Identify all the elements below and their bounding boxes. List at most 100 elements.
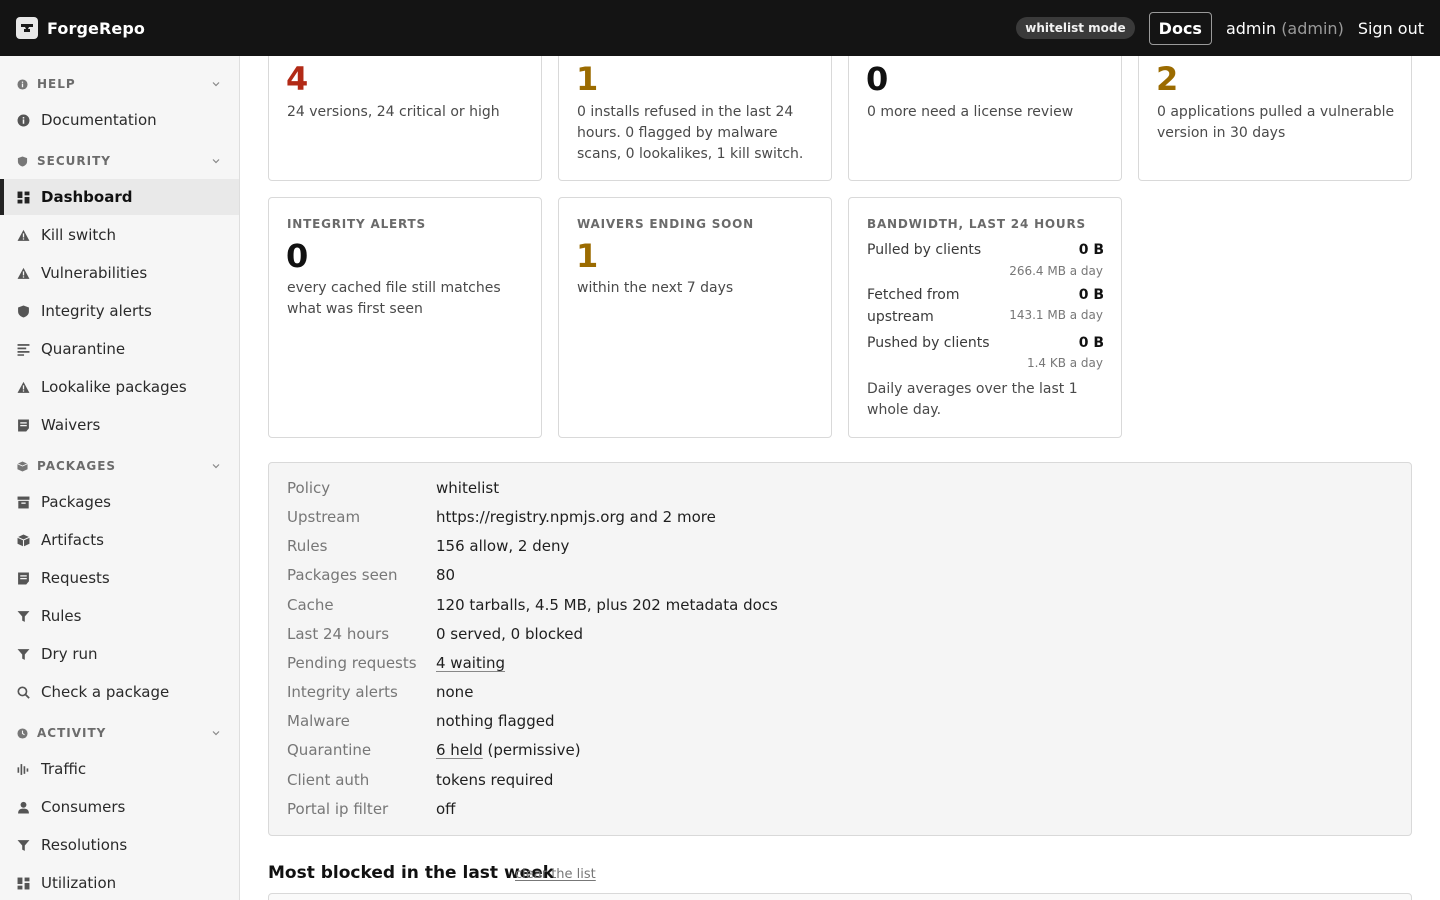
card-description: 24 versions, 24 critical or high [287,104,500,120]
sidebar-item-resolutions[interactable]: Resolutions [0,827,239,863]
sidebar-item-lookalike-packages[interactable]: Lookalike packages [0,369,239,405]
note-icon [18,419,29,431]
sidebar-item-label: Rules [41,607,82,625]
card-value: 1 [576,237,599,275]
sidebar-item-check-a-package[interactable]: Check a package [0,674,239,710]
summary-row: Pending requests 4 waiting [287,654,505,676]
sidebar-item-vulnerabilities[interactable]: Vulnerabilities [0,255,239,291]
chevron-down-icon [212,464,220,469]
sidebar-item-integrity-alerts[interactable]: Integrity alerts [0,293,239,329]
integrity-alerts-card[interactable]: INTEGRITY ALERTS 0 every cached file sti… [268,197,542,438]
bars-icon [17,763,29,775]
summary-row: Policy whitelist [287,479,499,501]
chevron-down-icon [212,731,220,736]
sidebar-item-packages[interactable]: Packages [0,484,239,520]
card-description: every cached file still matches what was… [287,280,501,317]
sidebar-item-label: Dashboard [41,188,133,206]
sidebar-item-documentation[interactable]: Documentation [0,102,239,138]
sidebar-item-label: Requests [41,569,110,587]
sidebar-item-consumers[interactable]: Consumers [0,789,239,825]
card-label: WAIVERS ENDING SOON [577,217,755,231]
sidebar-item-label: Integrity alerts [41,302,152,320]
grid-icon [17,191,30,203]
warning-icon [17,267,30,279]
sidebar-item-label: Artifacts [41,531,104,549]
filter-icon [17,648,30,660]
waivers-ending-card[interactable]: WAIVERS ENDING SOON 1 within the next 7 … [558,197,832,438]
license-review-card[interactable]: 0 0 more need a license review [848,40,1122,181]
summary-key: Last 24 hours [287,625,390,643]
sidebar-item-quarantine[interactable]: Quarantine [0,331,239,367]
clock-icon [17,727,28,739]
summary-key: Malware [287,712,350,730]
summary-key: Client auth [287,771,370,789]
summary-value: none [436,683,474,701]
card-description: 0 applications pulled a vulnerable versi… [1157,104,1395,141]
summary-key: Quarantine [287,741,372,759]
sidebar-item-utilization[interactable]: Utilization [0,865,239,900]
cube-icon [17,534,30,546]
sidebar-item-kill-switch[interactable]: Kill switch [0,217,239,253]
section-security[interactable]: SECURITY [0,151,239,171]
vulnerable-applications-card[interactable]: 2 0 applications pulled a vulnerable ver… [1138,40,1412,181]
section-help[interactable]: HELP [0,74,239,94]
sidebar-item-label: Waivers [41,416,101,434]
brand[interactable]: ForgeRepo [16,17,145,39]
summary-row: Packages seen 80 [287,566,455,588]
shield-icon [18,305,29,317]
docs-button[interactable]: Docs [1148,11,1212,45]
user-menu[interactable]: admin (admin) [1226,19,1344,38]
summary-key: Upstream [287,508,361,526]
clear-list-link[interactable]: clear the list [515,867,596,882]
sidebar-item-dashboard[interactable]: Dashboard [0,179,239,215]
bandwidth-card: BANDWIDTH, LAST 24 HOURS Pulled by clien… [848,197,1122,438]
summary-key: Rules [287,537,328,555]
vulnerabilities-card[interactable]: 4 24 versions, 24 critical or high [268,40,542,181]
bandwidth-row-average: 1.4 KB a day [1026,356,1103,370]
quarantine-held-link[interactable]: 6 held [436,741,483,759]
box-icon [17,460,28,472]
summary-row: Integrity alerts none [287,683,473,705]
section-title: HELP [37,77,76,91]
filter-icon [17,839,30,851]
sidebar-item-label: Kill switch [41,226,116,244]
user-icon [18,801,29,813]
anvil-logo-icon [16,17,38,39]
blocked-installs-card[interactable]: 1 0 installs refused in the last 24 hour… [558,40,832,181]
sign-out-link[interactable]: Sign out [1358,19,1424,38]
chevron-down-icon [212,159,220,164]
sidebar-item-artifacts[interactable]: Artifacts [0,522,239,558]
summary-value: 0 served, 0 blocked [436,625,584,643]
info-icon [17,114,30,126]
summary-row: Portal ip filter off [287,800,456,822]
sidebar-item-traffic[interactable]: Traffic [0,751,239,787]
section-activity[interactable]: ACTIVITY [0,723,239,743]
section-title: SECURITY [37,154,111,168]
bandwidth-row-average: 266.4 MB a day [1009,264,1103,278]
summary-key: Integrity alerts [287,683,398,701]
summary-value: whitelist [436,479,500,497]
card-description: within the next 7 days [577,280,734,296]
card-label: INTEGRITY ALERTS [287,217,426,231]
sidebar-item-waivers[interactable]: Waivers [0,407,239,443]
sidebar-item-dry-run[interactable]: Dry run [0,636,239,672]
summary-value: https://registry.npmjs.org and 2 more [436,508,716,526]
card-value: 4 [286,60,309,98]
sidebar-item-rules[interactable]: Rules [0,598,239,634]
section-packages[interactable]: PACKAGES [0,456,239,476]
warning-icon [17,381,30,393]
summary-value: 120 tarballs, 4.5 MB, plus 202 metadata … [436,596,778,614]
list-icon [17,343,30,356]
bandwidth-row-name: Pushed by clients [867,335,990,351]
top-bar: ForgeRepo whitelist mode Docs admin (adm… [0,0,1440,56]
bandwidth-row-value: 0 B [1078,335,1104,351]
sidebar-item-label: Vulnerabilities [41,264,148,282]
card-label: BANDWIDTH, LAST 24 HOURS [867,217,1086,231]
section-title: ACTIVITY [37,726,107,740]
sidebar-item-requests[interactable]: Requests [0,560,239,596]
pending-requests-link[interactable]: 4 waiting [436,654,505,672]
filter-icon [17,610,30,622]
summary-row: Rules 156 allow, 2 deny [287,537,569,559]
bandwidth-row-name: Pulled by clients [867,242,982,258]
summary-row: Malware nothing flagged [287,712,554,734]
